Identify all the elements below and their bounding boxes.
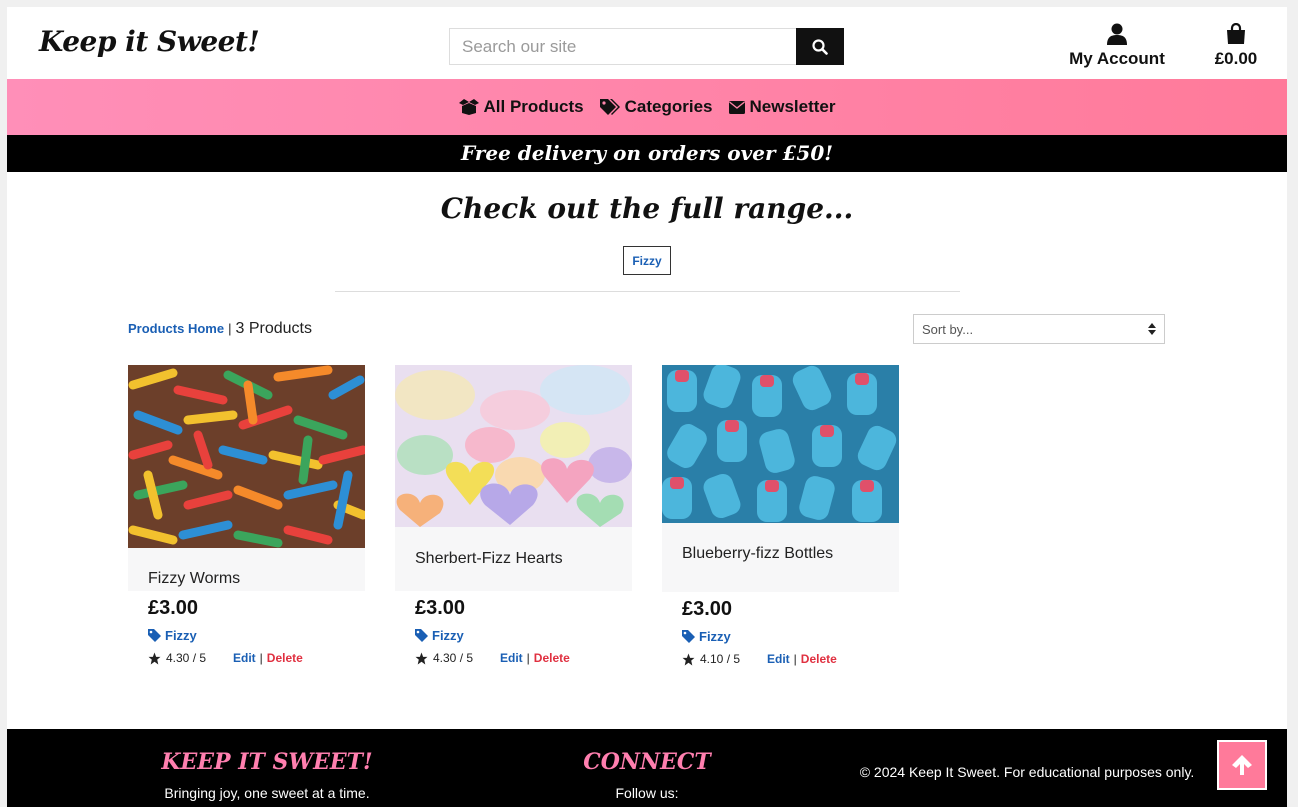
product-meta: 4.10 / 5 Edit | Delete	[682, 652, 899, 666]
product-price: £3.00	[415, 597, 466, 619]
my-account-link[interactable]: My Account	[1065, 23, 1169, 69]
footer-tagline: Bringing joy, one sweet at a time.	[164, 785, 370, 801]
back-to-top-button[interactable]	[1217, 740, 1267, 790]
envelope-icon	[728, 100, 745, 114]
product-meta: 4.30 / 5 Edit | Delete	[148, 651, 365, 665]
nav-newsletter-label: Newsletter	[749, 97, 836, 116]
product-rating: 4.30 / 5	[148, 651, 233, 665]
breadcrumb: Products Home | 3 Products	[128, 320, 312, 338]
site-header: Keep it Sweet! My Account	[7, 7, 1287, 79]
site-footer: KEEP IT SWEET! Bringing joy, one sweet a…	[7, 729, 1287, 807]
product-category-tag[interactable]: Fizzy	[415, 628, 632, 643]
product-category-label: Fizzy	[165, 628, 197, 643]
shopping-bag-link[interactable]: £0.00	[1203, 22, 1269, 69]
edit-product-link[interactable]: Edit	[767, 652, 790, 666]
product-category-label: Fizzy	[699, 629, 731, 644]
tag-icon	[148, 629, 161, 642]
edit-product-link[interactable]: Edit	[500, 651, 523, 665]
sort-select[interactable]: Sort by...	[913, 314, 1165, 344]
footer-brand: KEEP IT SWEET!	[161, 749, 373, 775]
search-icon	[812, 38, 828, 55]
breadcrumb-separator: |	[228, 321, 232, 336]
footer-connect-title: CONNECT	[583, 749, 711, 775]
user-icon	[1107, 23, 1127, 45]
delivery-banner: Free delivery on orders over £50!	[7, 135, 1287, 172]
product-rating: 4.10 / 5	[682, 652, 767, 666]
action-separator: |	[259, 651, 263, 665]
tag-icon	[415, 629, 428, 642]
product-rating-value: 4.10 / 5	[700, 652, 741, 666]
select-arrows-icon	[1148, 323, 1156, 335]
page-title: Check out the full range...	[440, 192, 854, 225]
nav-categories-label: Categories	[624, 97, 713, 116]
star-icon	[682, 653, 695, 665]
tag-icon	[682, 630, 695, 643]
product-image[interactable]	[662, 365, 899, 523]
sort-select-value: Sort by...	[922, 321, 974, 337]
box-open-icon	[458, 99, 479, 115]
product-name[interactable]: Sherbert-Fizz Hearts	[395, 527, 632, 591]
nav-newsletter[interactable]: Newsletter	[728, 97, 836, 117]
star-icon	[415, 652, 428, 664]
product-image[interactable]	[128, 365, 365, 548]
site-logo[interactable]: Keep it Sweet!	[39, 25, 260, 58]
product-price: £3.00	[148, 597, 199, 619]
product-rating: 4.30 / 5	[415, 651, 500, 665]
section-divider	[335, 291, 960, 292]
delete-product-link[interactable]: Delete	[801, 652, 837, 666]
nav-all-products[interactable]: All Products	[458, 97, 584, 117]
product-category-tag[interactable]: Fizzy	[682, 629, 899, 644]
category-filter-button[interactable]: Fizzy	[623, 246, 671, 275]
fizzy-worms-image	[128, 365, 365, 548]
nav-categories[interactable]: Categories	[599, 97, 713, 117]
arrow-up-icon	[1232, 755, 1252, 775]
footer-follow-label: Follow us:	[615, 785, 679, 801]
delete-product-link[interactable]: Delete	[534, 651, 570, 665]
product-price: £3.00	[682, 598, 733, 620]
action-separator: |	[526, 651, 530, 665]
my-account-label: My Account	[1069, 49, 1165, 68]
product-count: 3 Products	[235, 320, 312, 337]
star-icon	[148, 652, 161, 664]
footer-brand-column: KEEP IT SWEET! Bringing joy, one sweet a…	[147, 749, 387, 801]
sherbert-hearts-image	[395, 365, 632, 527]
products-home-link[interactable]: Products Home	[128, 321, 224, 336]
product-category-label: Fizzy	[432, 628, 464, 643]
delete-product-link[interactable]: Delete	[267, 651, 303, 665]
tags-icon	[599, 99, 620, 115]
product-rating-value: 4.30 / 5	[433, 651, 474, 665]
product-meta: 4.30 / 5 Edit | Delete	[415, 651, 632, 665]
footer-connect-column: CONNECT Follow us:	[567, 749, 727, 801]
product-card[interactable]: Fizzy Worms £3.00 Fizzy 4.30 / 5 Edit | …	[128, 365, 365, 665]
search-input[interactable]	[449, 28, 796, 65]
product-rating-value: 4.30 / 5	[166, 651, 207, 665]
blueberry-bottles-image	[662, 365, 899, 523]
product-category-tag[interactable]: Fizzy	[148, 628, 365, 643]
page-frame: Keep it Sweet! My Account	[7, 7, 1287, 807]
product-image[interactable]	[395, 365, 632, 527]
product-name[interactable]: Blueberry-fizz Bottles	[662, 523, 899, 592]
bag-total: £0.00	[1214, 49, 1258, 68]
nav-all-products-label: All Products	[483, 97, 584, 116]
main-nav: All Products Categories Newsletter	[7, 79, 1287, 135]
search-button[interactable]	[796, 28, 844, 65]
product-card[interactable]: Sherbert-Fizz Hearts £3.00 Fizzy 4.30 / …	[395, 365, 632, 665]
edit-product-link[interactable]: Edit	[233, 651, 256, 665]
footer-copyright: © 2024 Keep It Sweet. For educational pu…	[859, 764, 1195, 780]
product-name[interactable]: Fizzy Worms	[128, 548, 365, 591]
search-form	[449, 28, 844, 65]
product-card[interactable]: Blueberry-fizz Bottles £3.00 Fizzy 4.10 …	[662, 365, 899, 666]
shopping-bag-icon	[1227, 22, 1245, 44]
action-separator: |	[793, 652, 797, 666]
